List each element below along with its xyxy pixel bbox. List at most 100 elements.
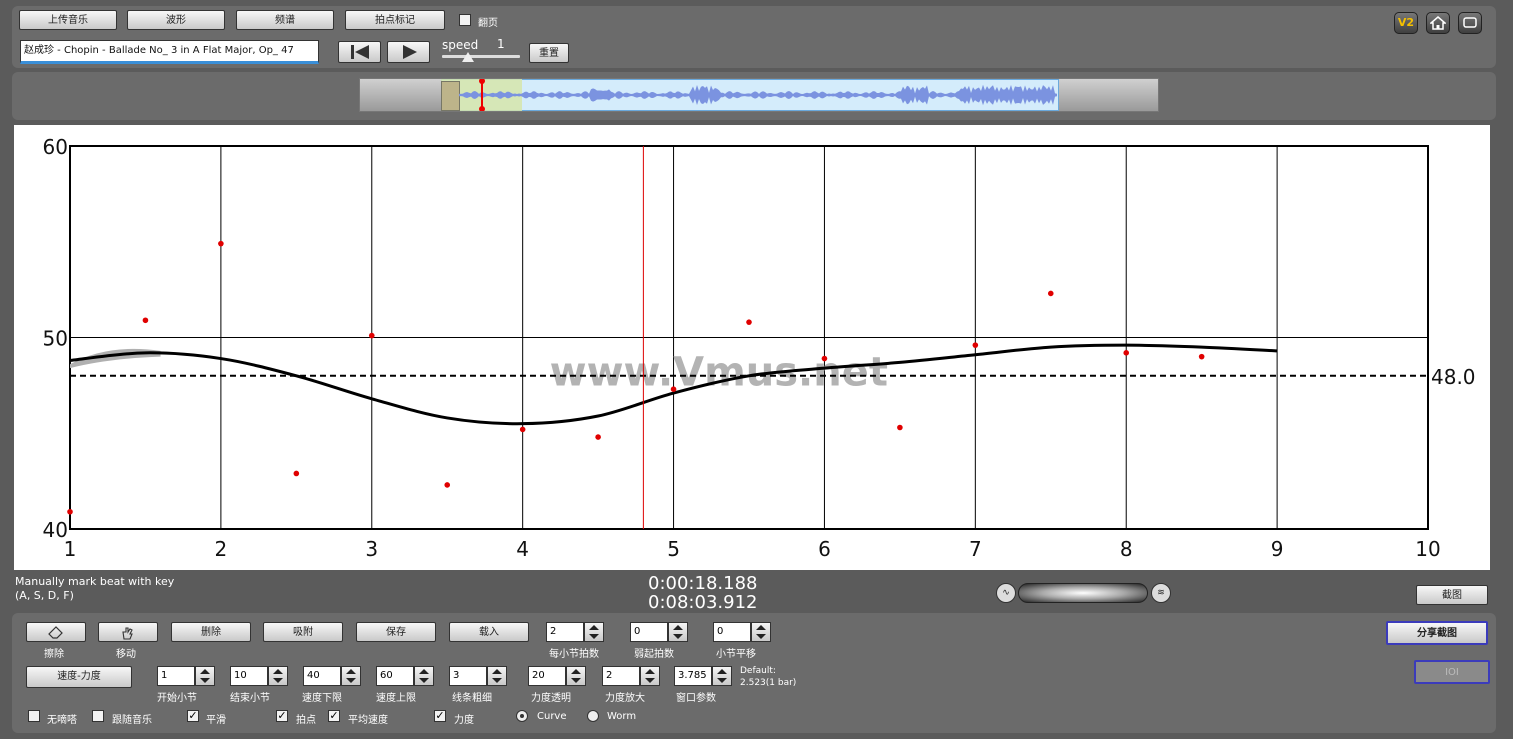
pickup-spinner[interactable]: 0 (630, 622, 688, 642)
bar-shift-value[interactable]: 0 (713, 622, 751, 642)
eraser-icon (48, 626, 63, 639)
speed-slider-track[interactable] (442, 55, 520, 58)
x-tick-label: 9 (1271, 537, 1284, 561)
beat-point (972, 342, 979, 348)
bar-shift-spinner[interactable]: 0 (713, 622, 771, 642)
track-name-field[interactable]: 赵成珍 - Chopin - Ballade No_ 3 in A Flat M… (20, 40, 319, 64)
volume-slider[interactable] (1018, 583, 1148, 603)
dyn-alpha-arrows[interactable] (566, 666, 586, 686)
beats-per-bar-value[interactable]: 2 (546, 622, 584, 642)
beat-point (218, 240, 224, 247)
window-label: 窗口参数 (676, 693, 716, 704)
load-button[interactable]: 载入 (449, 622, 529, 642)
beat-point (293, 470, 300, 477)
window-spinner[interactable]: 3.785 (674, 666, 732, 686)
home-icon[interactable] (1426, 12, 1450, 34)
tempo-max-arrows[interactable] (414, 666, 434, 686)
average-tempo-label: 48.0 (1431, 365, 1476, 389)
dyn-alpha-value[interactable]: 20 (528, 666, 566, 686)
delete-button[interactable]: 删除 (171, 622, 251, 642)
beats-per-bar-arrows[interactable] (584, 622, 604, 642)
rewind-button[interactable] (338, 41, 381, 63)
play-icon (402, 45, 417, 59)
tempo-max-value[interactable]: 60 (376, 666, 414, 686)
page-flip-checkbox[interactable] (459, 14, 471, 26)
no-tick-checkbox[interactable] (28, 710, 40, 722)
speed-value: 1 (497, 37, 505, 51)
dynamics-checkbox[interactable]: ✓ (434, 710, 446, 722)
worm-radio[interactable] (587, 710, 599, 722)
pickup-arrows[interactable] (668, 622, 688, 642)
no-tick-label: 无嘀嗒 (47, 715, 77, 726)
beat-point-checkbox[interactable]: ✓ (276, 710, 288, 722)
end-bar-value[interactable]: 10 (230, 666, 268, 686)
dyn-zoom-label: 力度放大 (605, 693, 645, 704)
spectrum-button[interactable]: 频谱 (236, 10, 334, 30)
pickup-value[interactable]: 0 (630, 622, 668, 642)
tempo-min-arrows[interactable] (341, 666, 361, 686)
tempo-min-value[interactable]: 40 (303, 666, 341, 686)
dyn-alpha-label: 力度透明 (531, 693, 571, 704)
watermark-text: www.Vmus.net (550, 349, 888, 395)
dyn-alpha-spinner[interactable]: 20 (528, 666, 586, 686)
curve-label: Curve (537, 711, 567, 722)
speed-slider-handle[interactable] (462, 52, 474, 62)
save-button[interactable]: 保存 (356, 622, 436, 642)
line-width-spinner[interactable]: 3 (449, 666, 507, 686)
beat-mark-button[interactable]: 拍点标记 (345, 10, 445, 30)
waveform-graph (459, 79, 1057, 111)
snap-button[interactable]: 吸附 (263, 622, 343, 642)
fullscreen-icon[interactable] (1458, 12, 1482, 34)
waveform-button[interactable]: 波形 (127, 10, 225, 30)
ioi-button[interactable]: IOI (1414, 660, 1490, 684)
v2-icon[interactable]: V2 (1394, 12, 1418, 34)
tempo-min-spinner[interactable]: 40 (303, 666, 361, 686)
end-bar-label: 结束小节 (230, 693, 270, 704)
bar-shift-arrows[interactable] (751, 622, 771, 642)
start-bar-value[interactable]: 1 (157, 666, 195, 686)
beat-point (67, 508, 73, 515)
line-width-value[interactable]: 3 (449, 666, 487, 686)
tempo-chart[interactable]: 1 2 3 4 5 6 7 8 9 10405060www.Vmus.net 48.0 (14, 125, 1490, 570)
curve-radio[interactable] (516, 710, 528, 722)
default-line-1: Default: (740, 666, 776, 676)
share-screenshot-button[interactable]: 分享截图 (1386, 621, 1488, 645)
dyn-zoom-spinner[interactable]: 2 (602, 666, 660, 686)
dynamics-label: 力度 (454, 715, 474, 726)
line-width-arrows[interactable] (487, 666, 507, 686)
play-button[interactable] (387, 41, 430, 63)
volume-control[interactable]: ∿ ≋ (996, 583, 1172, 604)
beats-per-bar-spinner[interactable]: 2 (546, 622, 604, 642)
dyn-zoom-value[interactable]: 2 (602, 666, 640, 686)
follow-music-label: 跟随音乐 (112, 715, 152, 726)
skip-back-icon (350, 45, 369, 59)
screenshot-button[interactable]: 截图 (1416, 585, 1488, 605)
x-tick-label: 6 (818, 537, 831, 561)
window-arrows[interactable] (712, 666, 732, 686)
waveform-overview[interactable] (359, 78, 1159, 112)
x-tick-label: 5 (667, 537, 680, 561)
beat-point (1123, 350, 1130, 356)
end-bar-spinner[interactable]: 10 (230, 666, 288, 686)
y-tick-label: 50 (43, 327, 68, 351)
start-bar-spinner[interactable]: 1 (157, 666, 215, 686)
end-bar-arrows[interactable] (268, 666, 288, 686)
erase-button[interactable] (26, 622, 86, 642)
beat-point (1047, 290, 1054, 297)
smooth-checkbox[interactable]: ✓ (187, 710, 199, 722)
upload-music-button[interactable]: 上传音乐 (19, 10, 117, 30)
avg-tempo-checkbox[interactable]: ✓ (328, 710, 340, 722)
volume-low-icon[interactable]: ∿ (996, 583, 1016, 603)
window-value[interactable]: 3.785 (674, 666, 712, 686)
reset-button[interactable]: 重置 (529, 43, 569, 63)
x-tick-label: 4 (516, 537, 529, 561)
tempo-max-spinner[interactable]: 60 (376, 666, 434, 686)
follow-music-checkbox[interactable] (92, 710, 104, 722)
page-flip-label: 翻页 (478, 18, 498, 29)
move-button[interactable] (98, 622, 158, 642)
mode-button[interactable]: 速度-力度 (26, 666, 132, 688)
beat-point (897, 424, 903, 431)
volume-high-icon[interactable]: ≋ (1151, 583, 1171, 603)
start-bar-arrows[interactable] (195, 666, 215, 686)
dyn-zoom-arrows[interactable] (640, 666, 660, 686)
